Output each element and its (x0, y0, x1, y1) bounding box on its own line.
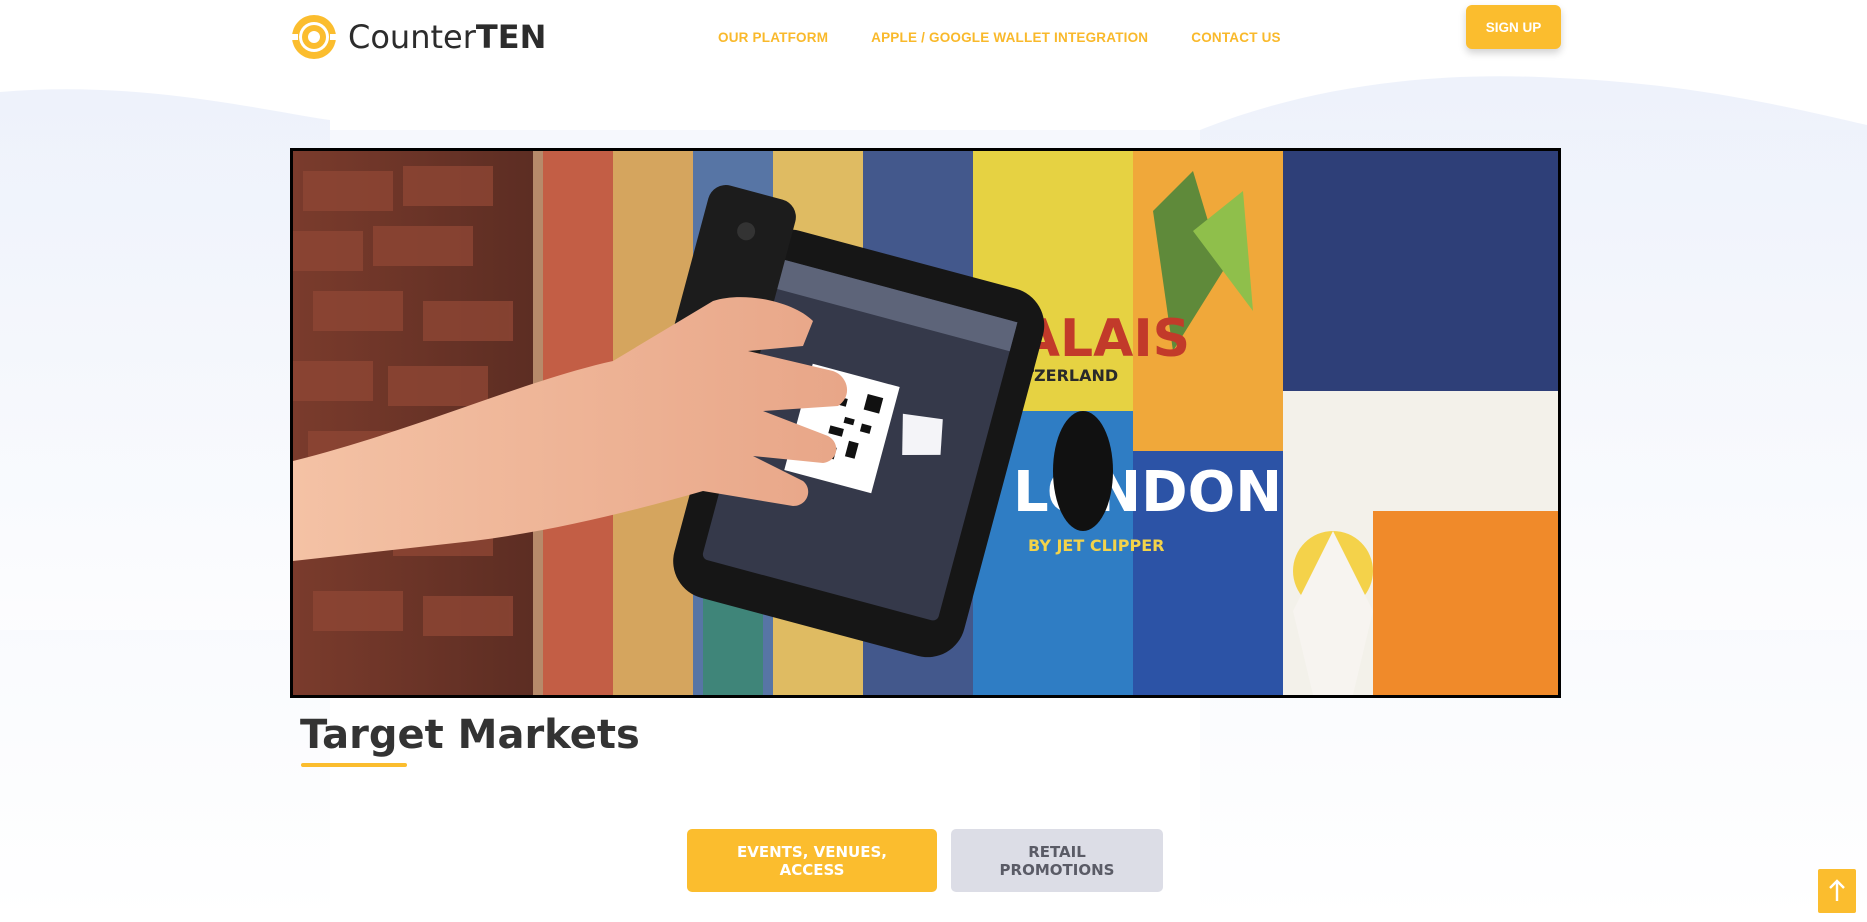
nav-item-contact-us[interactable]: CONTACT US (1191, 30, 1281, 45)
tab-retail-promotions[interactable]: RETAIL PROMOTIONS (951, 829, 1163, 892)
main-nav: OUR PLATFORM APPLE / GOOGLE WALLET INTEG… (718, 30, 1281, 45)
site-header: CounterTEN OUR PLATFORM APPLE / GOOGLE W… (0, 0, 1867, 80)
sign-up-button[interactable]: SIGN UP (1466, 5, 1561, 49)
title-underline (301, 763, 407, 767)
nav-item-our-platform[interactable]: OUR PLATFORM (718, 30, 828, 45)
nav-item-wallet-integration[interactable]: APPLE / GOOGLE WALLET INTEGRATION (871, 30, 1148, 45)
logo-text: CounterTEN (348, 18, 547, 56)
target-market-tabs: EVENTS, VENUES, ACCESS RETAIL PROMOTIONS (687, 829, 1163, 892)
hero-illustration: VALAIS SWITZERLAND LONDON BY JET CLIPPER (293, 151, 1558, 695)
section-title: Target Markets (300, 712, 640, 758)
logo[interactable]: CounterTEN (290, 12, 546, 62)
logo-icon (292, 15, 336, 59)
poster-text-jet-clipper: BY JET CLIPPER (1028, 536, 1164, 555)
hero-image: VALAIS SWITZERLAND LONDON BY JET CLIPPER (290, 148, 1561, 698)
tab-events-venues-access[interactable]: EVENTS, VENUES, ACCESS (687, 829, 937, 892)
scroll-to-top-button[interactable] (1818, 869, 1856, 913)
arrow-up-icon (1829, 879, 1845, 901)
